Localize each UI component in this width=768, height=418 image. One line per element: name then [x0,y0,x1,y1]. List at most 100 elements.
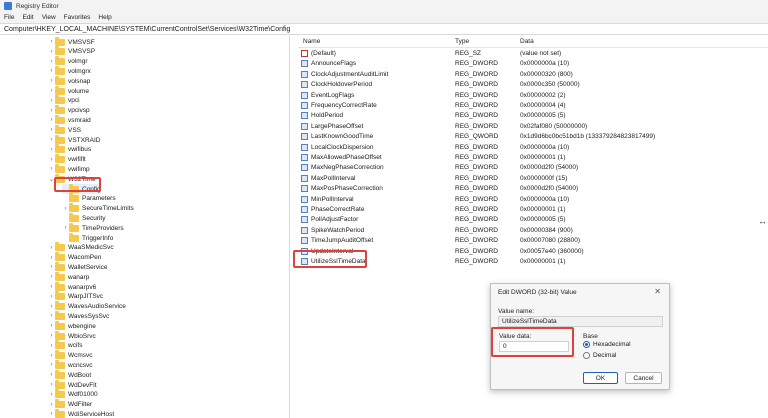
value-row[interactable]: UpdateInterval REG_DWORD 0x00057e40 (36000… [298,247,768,257]
tree-item[interactable]: › volmgrx [48,65,91,76]
ok-button[interactable]: OK [583,372,618,384]
tree-item[interactable]: › wbengine [48,320,96,331]
tree-item[interactable]: › wcncsvc [48,359,93,370]
tree-item[interactable]: › vsmraid [48,114,91,125]
column-header-type[interactable]: Type [455,36,469,47]
chevron-right-icon[interactable]: › [62,206,69,212]
tree-item[interactable]: › wcifs [48,340,82,351]
chevron-right-icon[interactable]: › [48,157,55,163]
value-data: 0x00000001 (1) [520,258,566,265]
chevron-right-icon[interactable]: › [48,78,55,84]
value-row[interactable]: TimeJumpAuditOffset REG_DWORD 0x00007080 (… [298,236,768,246]
hexadecimal-radio[interactable] [583,341,590,348]
value-row[interactable]: MinPollInterval REG_DWORD 0x0000000a (10) [298,195,768,205]
tree-item[interactable]: ⌄ W32Time [48,173,96,184]
chevron-right-icon[interactable]: › [48,362,55,368]
menu-edit[interactable]: Edit [22,14,33,21]
tree-item[interactable]: › volsnap [48,75,90,86]
value-row[interactable]: LargePhaseOffset REG_DWORD 0x02faf080 (500… [298,122,768,132]
tree-item[interactable]: › WavesAudioService [48,301,126,312]
chevron-right-icon[interactable]: › [48,274,55,280]
chevron-right-icon[interactable]: › [48,147,55,153]
chevron-right-icon[interactable]: › [48,98,55,104]
value-row[interactable]: LocalClockDispersion REG_DWORD 0x0000000a … [298,143,768,153]
column-header-data[interactable]: Data [520,36,534,47]
value-row[interactable]: ClockAdjustmentAuditLimit REG_DWORD 0x0000… [298,70,768,80]
tree-item[interactable]: › vwifimp [48,163,90,174]
binary-value-icon [301,133,308,141]
chevron-right-icon[interactable]: › [48,304,55,310]
chevron-right-icon[interactable]: › [48,313,55,319]
registry-key-tree[interactable]: › VMSVSF › VMSVSP › volmgr › volmgrx › volsnap › vo… [0,36,290,418]
tree-item[interactable]: › VSS [48,124,81,135]
column-header-name[interactable]: Name [303,36,320,47]
value-row[interactable]: MaxAllowedPhaseOffset REG_DWORD 0x00000001… [298,153,768,163]
chevron-right-icon[interactable]: › [48,343,55,349]
value-data-input[interactable]: 0 [499,341,569,352]
menu-help[interactable]: Help [98,14,111,21]
value-row[interactable]: SpikeWatchPeriod REG_DWORD 0x00000384 (900… [298,226,768,236]
chevron-right-icon[interactable]: › [48,284,55,290]
chevron-right-icon[interactable]: › [48,88,55,94]
chevron-right-icon[interactable]: › [48,392,55,398]
chevron-right-icon[interactable]: › [62,225,69,231]
chevron-right-icon[interactable]: › [48,353,55,359]
chevron-right-icon[interactable]: › [48,333,55,339]
tree-item[interactable]: Config [62,183,101,194]
chevron-right-icon[interactable]: › [48,117,55,123]
close-icon[interactable]: ✕ [654,287,661,296]
chevron-right-icon[interactable]: › [48,108,55,114]
value-row[interactable]: MaxPosPhaseCorrection REG_DWORD 0x0000d2f0… [298,184,768,194]
menu-favorites[interactable]: Favorites [64,14,91,21]
chevron-right-icon[interactable]: › [48,294,55,300]
value-row[interactable]: FrequencyCorrectRate REG_DWORD 0x00000004 … [298,101,768,111]
folder-icon [55,134,65,144]
tree-item[interactable]: › TimeProviders [62,222,124,233]
chevron-down-icon[interactable]: ⌄ [48,176,55,183]
chevron-right-icon[interactable]: › [48,245,55,251]
tree-item[interactable]: › vwififlt [48,154,86,165]
tree-item[interactable]: › WdBoot [48,369,91,380]
tree-item[interactable]: › vpci [48,95,80,106]
chevron-right-icon[interactable]: › [48,59,55,65]
value-type: REG_DWORD [455,60,498,68]
address-bar[interactable]: Computer\HKEY_LOCAL_MACHINE\SYSTEM\Curre… [0,23,768,35]
chevron-right-icon[interactable]: › [48,255,55,261]
decimal-radio[interactable] [583,352,590,359]
chevron-right-icon[interactable]: › [48,411,55,417]
value-row[interactable]: LastKnownGoodTime REG_QWORD 0x1d9d6bc0bc51… [298,132,768,142]
value-row[interactable]: EventLogFlags REG_DWORD 0x00000002 (2) [298,91,768,101]
value-row[interactable]: UtilizeSslTimeData REG_DWORD 0x00000001 (1… [298,257,768,267]
tree-item[interactable]: › wanarp [48,271,89,282]
value-row[interactable]: HoldPeriod REG_DWORD 0x00000005 (5) [298,111,768,121]
tree-item[interactable]: › WdiServiceHost [48,408,114,418]
value-row[interactable]: MaxPollInterval REG_DWORD 0x0000000f (15) [298,174,768,184]
chevron-right-icon[interactable]: › [48,372,55,378]
tree-item[interactable]: › volmgr [48,56,88,67]
menu-file[interactable]: File [4,14,14,21]
tree-item[interactable]: › vpcivsp [48,105,90,116]
chevron-right-icon[interactable]: › [48,127,55,133]
tree-item[interactable]: Security [62,212,105,223]
value-row[interactable]: PhaseCorrectRate REG_DWORD 0x00000001 (1) [298,205,768,215]
tree-item[interactable]: › WavesSysSvc [48,310,109,321]
tree-item[interactable]: › SecureTimeLimits [62,203,134,214]
chevron-right-icon[interactable]: › [48,68,55,74]
cancel-button[interactable]: Cancel [625,372,662,384]
menu-view[interactable]: View [42,14,56,21]
tree-item[interactable]: TriggerInfo [62,232,113,243]
value-row[interactable]: (Default) REG_SZ (value not set) [298,49,768,59]
chevron-right-icon[interactable]: › [48,49,55,55]
value-row[interactable]: AnnounceFlags REG_DWORD 0x0000000a (10) [298,59,768,69]
chevron-right-icon[interactable]: › [48,39,55,45]
chevron-right-icon[interactable]: › [48,382,55,388]
tree-item[interactable]: › WalletService [48,261,108,272]
chevron-right-icon[interactable]: › [48,402,55,408]
value-row[interactable]: MaxNegPhaseCorrection REG_DWORD 0x0000d2f0… [298,163,768,173]
value-row[interactable]: PollAdjustFactor REG_DWORD 0x00000005 (5) [298,215,768,225]
chevron-right-icon[interactable]: › [48,166,55,172]
chevron-right-icon[interactable]: › [48,264,55,270]
chevron-right-icon[interactable]: › [48,137,55,143]
value-row[interactable]: ClockHoldoverPeriod REG_DWORD 0x0000c350 (… [298,80,768,90]
chevron-right-icon[interactable]: › [48,323,55,329]
